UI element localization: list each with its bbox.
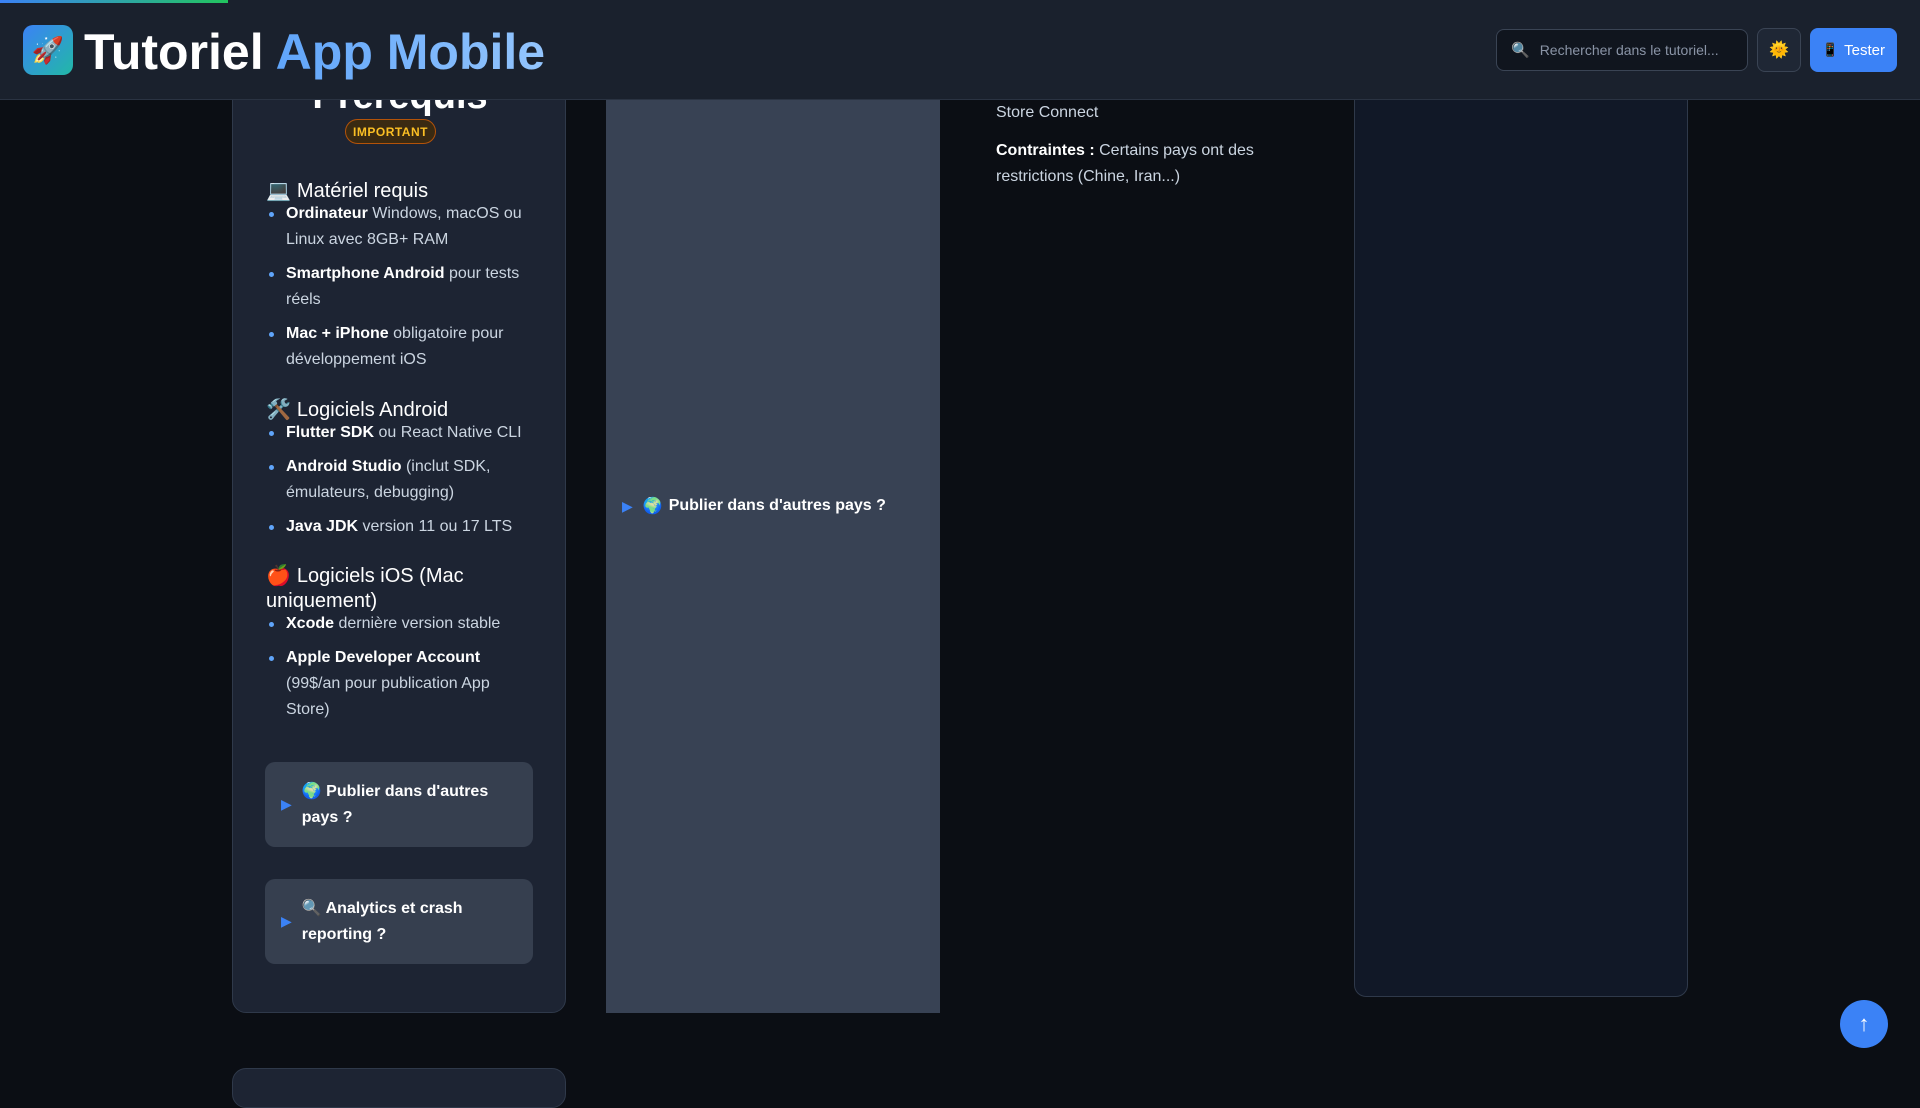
important-badge: IMPORTANT bbox=[345, 119, 436, 144]
ios-software-list: Xcode dernière version stable Apple Deve… bbox=[266, 611, 536, 731]
faq-publish-other-countries[interactable]: ▶ 🌍 Publier dans d'autres pays ? bbox=[265, 762, 533, 847]
list-item: Smartphone Android pour tests réels bbox=[266, 261, 536, 313]
globe-icon: 🌍 bbox=[642, 498, 663, 515]
list-item: Flutter SDK ou React Native CLI bbox=[266, 420, 536, 446]
list-item: Xcode dernière version stable bbox=[266, 611, 536, 637]
android-software-list: Flutter SDK ou React Native CLI Android … bbox=[266, 420, 536, 548]
rocket-icon: 🚀 bbox=[23, 25, 73, 75]
app-header: 🚀 Tutoriel App Mobile 🔍 🌞 📱 Tester bbox=[0, 0, 1920, 100]
arrow-up-icon: ↑ bbox=[1858, 1011, 1870, 1036]
prerequisites-card: Prérequis IMPORTANT 💻Matériel requis Ord… bbox=[232, 60, 566, 1013]
next-card bbox=[232, 1068, 566, 1108]
hardware-list: Ordinateur Windows, macOS ou Linux avec … bbox=[266, 201, 536, 381]
faq-publish-other-countries[interactable]: ▶ 🌍 Publier dans d'autres pays ? bbox=[622, 496, 886, 516]
list-item: Android Studio (inclut SDK, émulateurs, … bbox=[266, 454, 536, 506]
list-item: Mac + iPhone obligatoire pour développem… bbox=[266, 321, 536, 373]
app-title-part1: Tutoriel bbox=[84, 24, 264, 80]
theme-toggle-button[interactable]: 🌞 bbox=[1757, 28, 1801, 72]
sun-icon: 🌞 bbox=[1769, 42, 1789, 59]
list-item: Apple Developer Account (99$/an pour pub… bbox=[266, 645, 536, 723]
right-card bbox=[1354, 60, 1688, 997]
scroll-to-top-button[interactable]: ↑ bbox=[1840, 1000, 1888, 1048]
faq-label: Publier dans d'autres pays ? bbox=[668, 497, 886, 514]
apple-icon: 🍎 bbox=[266, 565, 291, 587]
list-item: Java JDK version 11 ou 17 LTS bbox=[266, 514, 536, 540]
search-box[interactable]: 🔍 bbox=[1496, 29, 1748, 71]
play-arrow-icon: ▶ bbox=[622, 497, 633, 514]
paragraph-store-connect: Store Connect bbox=[996, 104, 1099, 121]
faq-label: 🔍 Analytics et crash reporting ? bbox=[301, 899, 463, 943]
phone-icon: 📱 bbox=[1821, 42, 1839, 57]
faq-analytics-crash-reporting[interactable]: ▶ 🔍 Analytics et crash reporting ? bbox=[265, 879, 533, 964]
test-button[interactable]: 📱 Tester bbox=[1810, 28, 1897, 72]
faq-label: 🌍 Publier dans d'autres pays ? bbox=[301, 782, 489, 826]
list-item: Ordinateur Windows, macOS ou Linux avec … bbox=[266, 201, 536, 253]
app-title: Tutoriel App Mobile bbox=[84, 22, 545, 82]
search-input[interactable] bbox=[1539, 42, 1740, 58]
magnifier-icon: 🔍 bbox=[301, 899, 322, 917]
app-title-part2: App Mobile bbox=[275, 24, 546, 80]
search-icon: 🔍 bbox=[1511, 42, 1530, 59]
laptop-icon: 💻 bbox=[266, 180, 291, 202]
play-arrow-icon: ▶ bbox=[281, 796, 292, 812]
test-button-label: Tester bbox=[1844, 41, 1886, 59]
globe-icon: 🌍 bbox=[301, 782, 322, 800]
paragraph-constraints: Contraintes : Certains pays ont des rest… bbox=[996, 142, 1254, 185]
text-column: Store Connect Contraintes : Certains pay… bbox=[996, 100, 1316, 202]
section-title-ios-software: 🍎 Logiciels iOS (Mac uniquement) bbox=[266, 565, 464, 612]
reading-progress-bar bbox=[0, 0, 228, 3]
middle-panel: ▶ 🌍 Publier dans d'autres pays ? bbox=[606, 100, 940, 1013]
tools-icon: 🛠️ bbox=[266, 399, 291, 421]
play-arrow-icon: ▶ bbox=[281, 913, 292, 929]
